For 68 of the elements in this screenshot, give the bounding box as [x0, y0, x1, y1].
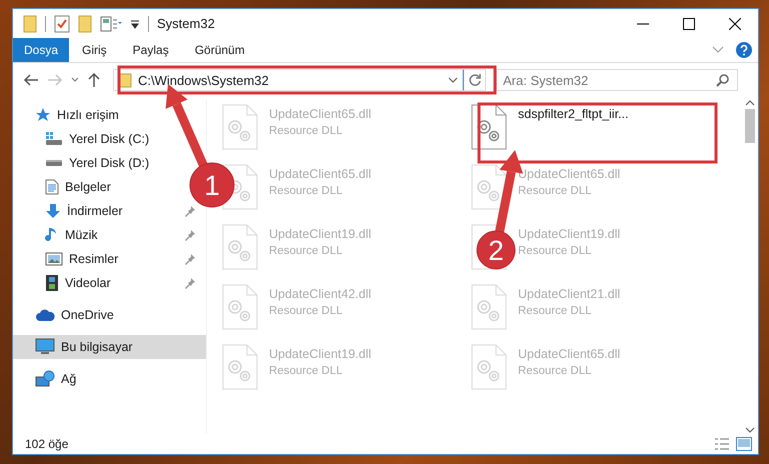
file-type: Resource DLL [269, 125, 344, 137]
nav-item[interactable]: Yerel Disk (C:) [13, 127, 154, 151]
gear-file-icon [470, 343, 508, 391]
search-icon [716, 73, 730, 87]
folder-icon[interactable] [23, 14, 37, 32]
up-arrow-icon [87, 72, 101, 88]
file-name[interactable]: sdspfilter2_fltpt_iir... [518, 107, 628, 121]
file-type: Resource DLL [518, 365, 593, 377]
file-type: Resource DLL [269, 305, 344, 317]
selected-nav-item[interactable]: Bu bilgisayar [13, 335, 206, 359]
window-title: System32 [157, 16, 215, 31]
music-note-icon [45, 227, 59, 243]
nav-item[interactable]: Videolar [13, 271, 206, 295]
nav-item[interactable]: Belgeler [13, 175, 115, 199]
file-type: Resource DLL [518, 185, 593, 197]
details-view-icon[interactable] [714, 437, 730, 451]
chevron-down-icon [71, 77, 79, 83]
file-type: Resource DLL [269, 245, 344, 257]
cloud-icon [35, 308, 55, 322]
gear-file-icon [470, 163, 508, 211]
dropdown-icon[interactable] [130, 18, 140, 28]
file-type: Resource DLL [269, 365, 344, 377]
gear-file-icon [221, 223, 259, 271]
item-count: 102 öğe [25, 437, 68, 451]
properties-icon[interactable] [100, 16, 122, 32]
file-type: Resource DLL [269, 185, 344, 197]
down-arrow-icon [45, 203, 61, 219]
gear-file-icon [221, 343, 259, 391]
nav-item[interactable]: Ağ [13, 367, 80, 391]
chevron-down-icon [448, 77, 458, 83]
picture-icon [45, 251, 63, 267]
checklist-icon[interactable] [54, 14, 70, 32]
folder-icon[interactable] [78, 14, 92, 32]
nav-item[interactable]: Hızlı erişim [13, 103, 123, 127]
gear-file-icon [470, 103, 508, 151]
scroll-down-icon [744, 426, 754, 434]
scrollbar-thumb[interactable] [744, 109, 754, 143]
maximize-icon [683, 18, 695, 30]
ribbon-tab[interactable]: Paylaş [120, 38, 182, 62]
nav-item[interactable]: Yerel Disk (D:) [13, 151, 154, 175]
ribbon-tab[interactable]: Giriş [69, 38, 120, 62]
star-icon [35, 107, 51, 123]
ribbon-tab[interactable]: Görünüm [182, 38, 258, 62]
ribbon-tab[interactable]: Dosya [13, 38, 69, 62]
film-icon [45, 274, 59, 292]
search-field[interactable]: Ara: System32 [496, 69, 738, 91]
gear-file-icon [470, 283, 508, 331]
nav-item[interactable]: OneDrive [13, 303, 118, 327]
gear-file-icon [221, 103, 259, 151]
close-icon [729, 18, 741, 30]
scroll-up-icon [744, 99, 754, 107]
document-icon [45, 179, 59, 195]
back-arrow-icon [23, 73, 39, 87]
refresh-icon [468, 73, 482, 87]
gear-file-icon [221, 283, 259, 331]
nav-item[interactable]: Resimler [13, 247, 206, 271]
computer-icon [35, 338, 55, 356]
refresh-button[interactable] [463, 69, 486, 91]
chevron-down-icon[interactable] [712, 46, 724, 54]
help-icon[interactable] [736, 42, 752, 58]
large-icons-view-icon[interactable] [736, 437, 752, 451]
forward-arrow-icon [47, 73, 63, 87]
drive-icon [45, 160, 63, 166]
file-type: Resource DLL [518, 245, 593, 257]
nav-item[interactable]: Müzik [13, 223, 206, 247]
file-type: Resource DLL [518, 305, 593, 317]
network-icon [35, 370, 55, 388]
drive-icon [45, 131, 63, 147]
